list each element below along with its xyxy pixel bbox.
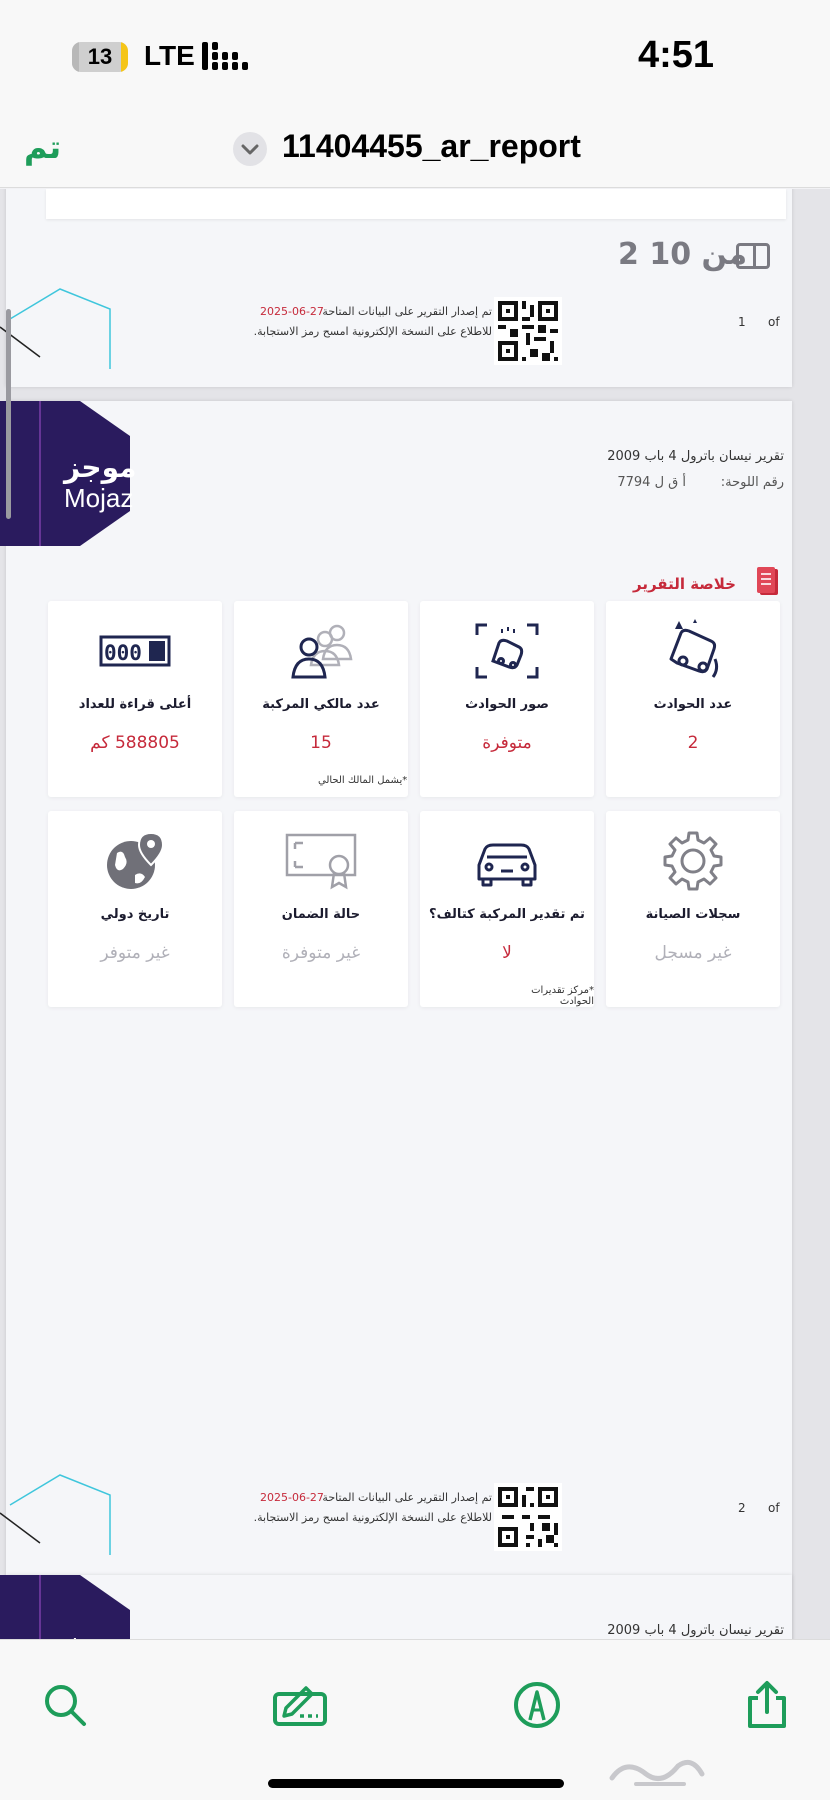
- plate-label: رقم اللوحة:: [720, 475, 784, 490]
- done-button[interactable]: تم: [24, 128, 61, 166]
- card-label: عدد مالكي المركبة: [262, 697, 380, 712]
- of-label: of: [768, 1501, 780, 1515]
- annotate-pen-icon[interactable]: [512, 1680, 562, 1730]
- card-total-loss: تم تقدير المركبة كتالف؟ لا *مركز تقديرات…: [420, 811, 594, 1007]
- site-watermark: [609, 1759, 705, 1786]
- page-counter: 2 من 10: [618, 237, 748, 272]
- card-value: متوفرة: [482, 733, 532, 753]
- report-document-icon: [757, 567, 778, 595]
- card-value: 588805 كم: [90, 733, 180, 753]
- scan-instruction: للاطلاع على النسخة الإلكترونية امسح رمز …: [253, 325, 492, 338]
- bottom-toolbar: [0, 1639, 830, 1800]
- card-value: لا: [502, 943, 512, 963]
- card-accident-photos: صور الحوادث متوفرة: [420, 601, 594, 797]
- decorative-hexagon-lines: [0, 288, 111, 369]
- odometer-icon: 000: [99, 635, 171, 667]
- document-viewport[interactable]: 2 من 10 تم إصدار التقرير على البيانات ال…: [0, 189, 830, 1639]
- search-icon[interactable]: [40, 1680, 90, 1730]
- logo-arabic-text: موجز: [64, 451, 137, 484]
- battery-level: 13: [87, 44, 113, 69]
- issued-date: 2025-06-27: [260, 305, 324, 318]
- card-value: 2: [687, 733, 699, 753]
- scan-instruction: للاطلاع على النسخة الإلكترونية امسح رمز …: [253, 1511, 492, 1524]
- of-label: of: [768, 315, 780, 329]
- network-type: LTE: [144, 40, 195, 71]
- logo-arabic-text: موجز: [64, 1625, 137, 1639]
- card-value: غير مسجل: [654, 943, 732, 963]
- plate-value: أ ق ل 7794: [617, 475, 686, 490]
- page-content-strip: [46, 189, 786, 219]
- status-bar: 13 LTE 4:51: [0, 0, 830, 110]
- card-accident-count: عدد الحوادث 2: [606, 601, 780, 797]
- card-label: تم تقدير المركبة كتالف؟: [429, 907, 585, 922]
- card-label: عدد الحوادث: [653, 697, 733, 712]
- signal-icon: [202, 42, 248, 70]
- report-title: تقرير نيسان باترول 4 باب 2009: [607, 449, 784, 464]
- card-owner-count: عدد مالكي المركبة 15 *يشمل المالك الحالي: [234, 601, 408, 797]
- accident-photos-icon: [475, 623, 539, 679]
- page-footer: تم إصدار التقرير على البيانات المتاحة 20…: [0, 288, 792, 369]
- card-label: تاريخ دولي: [100, 907, 170, 922]
- issued-text: تم إصدار التقرير على البيانات المتاحة: [322, 1491, 492, 1504]
- card-note: *مركز تقديرات الحوادث: [531, 985, 594, 1007]
- pdf-page-1: 2 من 10 تم إصدار التقرير على البيانات ال…: [0, 189, 792, 387]
- logo-english-text: Mojaz: [64, 483, 134, 513]
- summary-title: خلاصة التقرير: [632, 575, 736, 593]
- card-warranty-status: حالة الضمان غير متوفرة: [234, 811, 408, 1007]
- globe-pin-icon: [107, 831, 165, 889]
- card-label: صور الحوادث: [465, 697, 549, 712]
- sidebar-toggle-icon[interactable]: [736, 243, 770, 269]
- card-international-history: تاريخ دولي غير متوفر: [48, 811, 222, 1007]
- card-value: 15: [310, 733, 332, 753]
- clock: 4:51: [638, 34, 715, 76]
- qr-code-icon: [494, 297, 562, 365]
- card-label: حالة الضمان: [281, 907, 361, 922]
- pdf-page-3: موجز تقرير نيسان باترول 4 باب 2009: [0, 1575, 792, 1639]
- decorative-hexagon-lines: [0, 1474, 111, 1555]
- card-label: سجلات الصيانة: [645, 907, 741, 922]
- card-maintenance-records: سجلات الصيانة غير مسجل: [606, 811, 780, 1007]
- issued-date: 2025-06-27: [260, 1491, 324, 1504]
- issued-text: تم إصدار التقرير على البيانات المتاحة: [322, 305, 492, 318]
- share-icon[interactable]: [742, 1680, 792, 1730]
- card-label: أعلى قراءة للعداد: [78, 697, 192, 712]
- scrollbar[interactable]: [6, 309, 11, 519]
- car-crash-icon: [669, 619, 719, 678]
- card-note: *يشمل المالك الحالي: [318, 775, 408, 786]
- owners-icon: [291, 624, 353, 679]
- home-indicator[interactable]: [268, 1779, 564, 1788]
- gear-icon: [663, 831, 723, 891]
- markup-scribble-icon[interactable]: [272, 1680, 328, 1730]
- pdf-page-2: موجز Mojaz تقرير نيسان باترول 4 باب 2009…: [0, 401, 792, 1639]
- card-odometer: 000 أعلى قراءة للعداد 588805 كم: [48, 601, 222, 797]
- document-title: 11404455_ar_report: [282, 128, 581, 164]
- qr-code-icon: [494, 1483, 562, 1551]
- odometer-digits: 000: [104, 641, 142, 665]
- chevron-down-icon: [241, 144, 259, 155]
- report-title: تقرير نيسان باترول 4 باب 2009: [607, 1623, 784, 1638]
- document-menu-button[interactable]: [233, 132, 267, 166]
- card-value: غير متوفرة: [281, 943, 361, 963]
- navigation-bar: تم 11404455_ar_report: [0, 110, 830, 188]
- page-number: 1: [738, 315, 746, 329]
- damaged-car-icon: [477, 843, 537, 887]
- warranty-certificate-icon: [285, 833, 357, 890]
- page-number: 2: [738, 1501, 746, 1515]
- card-value: غير متوفر: [100, 943, 170, 963]
- page-footer: تم إصدار التقرير على البيانات المتاحة 20…: [0, 1474, 792, 1555]
- battery-icon: 13: [72, 42, 128, 72]
